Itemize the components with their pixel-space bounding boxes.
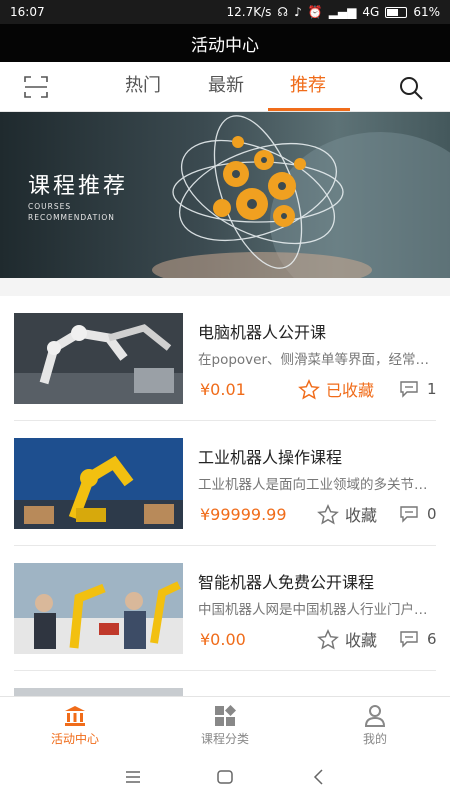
page-title: 活动中心 [191, 35, 259, 56]
nav-mine[interactable]: 我的 [300, 697, 450, 755]
nav-course-category[interactable]: 课程分类 [150, 697, 300, 755]
course-title: 工业机器人操作课程 [198, 448, 343, 467]
course-card[interactable]: 智能机器人免费公开课程 中国机器人网是中国机器人行业门户网站 ¥0.00 收藏 … [0, 546, 450, 671]
comment-button[interactable]: 0 [399, 503, 437, 525]
course-description: 工业机器人是面向工业领域的多关节机械手 [198, 477, 434, 493]
favorite-label: 已收藏 [326, 381, 375, 400]
scan-icon[interactable] [24, 75, 48, 99]
course-price: ¥0.00 [200, 630, 246, 649]
battery-percent: 61% [413, 5, 440, 19]
course-thumbnail [14, 313, 183, 404]
course-price: ¥0.01 [200, 380, 246, 399]
title-bar: 活动中心 [0, 24, 450, 62]
course-title: 智能机器人免费公开课程 [198, 573, 375, 592]
tab-recommended[interactable]: 推荐 [280, 62, 336, 112]
status-bar: 16:07 12.7K/s ☊ ♪ ⏰ ▂▄▆ 4G 61% [0, 0, 450, 24]
favorite-label: 收藏 [345, 506, 378, 525]
course-card[interactable] [0, 671, 450, 696]
active-tab-indicator [268, 108, 350, 111]
banner-title: 课程推荐 [28, 174, 129, 199]
tab-latest[interactable]: 最新 [198, 62, 254, 112]
system-nav-bar [0, 754, 450, 800]
headphone-icon: ☊ [277, 5, 289, 19]
course-price: ¥99999.99 [200, 505, 287, 524]
user-icon [364, 705, 386, 727]
banner-subtitle: COURSES RECOMMENDATION [28, 201, 158, 223]
course-card[interactable]: 工业机器人操作课程 工业机器人是面向工业领域的多关节机械手 ¥99999.99 … [0, 421, 450, 546]
favorite-button[interactable]: 已收藏 [298, 378, 374, 400]
star-icon [298, 378, 320, 399]
signal-icon: ▂▄▆ [328, 5, 357, 19]
course-thumbnail [14, 438, 183, 529]
course-banner[interactable]: 课程推荐 COURSES RECOMMENDATION [0, 112, 450, 278]
favorite-label: 收藏 [345, 631, 378, 650]
course-list: 电脑机器人公开课 在popover、侧滑菜单等界面，经常使用 ¥0.01 已收藏… [0, 296, 450, 696]
star-icon [317, 628, 339, 649]
nav-label: 课程分类 [200, 732, 249, 746]
tab-bar: 热门 最新 推荐 [0, 62, 450, 112]
nav-label: 活动中心 [50, 732, 99, 746]
tab-hot[interactable]: 热门 [115, 62, 171, 112]
menu-icon[interactable] [124, 768, 142, 786]
course-card[interactable]: 电脑机器人公开课 在popover、侧滑菜单等界面，经常使用 ¥0.01 已收藏… [0, 296, 450, 421]
comment-button[interactable]: 6 [399, 628, 437, 650]
comment-icon [400, 506, 418, 523]
network-speed: 12.7K/s [226, 5, 272, 19]
back-icon[interactable] [310, 768, 328, 786]
comment-count: 1 [427, 380, 437, 398]
banner-subtitle-line1: COURSES [28, 202, 72, 211]
comment-button[interactable]: 1 [399, 378, 437, 400]
mute-icon: ♪ [294, 5, 302, 19]
star-icon [317, 503, 339, 524]
status-time: 16:07 [10, 5, 45, 19]
battery-icon [385, 6, 408, 18]
course-description: 中国机器人网是中国机器人行业门户网站 [198, 602, 434, 618]
category-icon [215, 705, 236, 726]
nav-label: 我的 [362, 732, 387, 746]
comment-count: 0 [427, 505, 437, 523]
nav-activity-center[interactable]: 活动中心 [0, 697, 150, 755]
course-title: 电脑机器人公开课 [198, 323, 327, 342]
comment-count: 6 [427, 630, 437, 648]
search-icon[interactable] [398, 75, 424, 101]
comment-icon [400, 631, 418, 648]
course-description: 在popover、侧滑菜单等界面，经常使用 [198, 352, 434, 368]
alarm-icon: ⏰ [307, 5, 323, 19]
course-thumbnail [14, 688, 183, 696]
comment-icon [400, 381, 418, 398]
bank-icon [65, 706, 85, 726]
favorite-button[interactable]: 收藏 [317, 628, 377, 650]
status-indicators: 12.7K/s ☊ ♪ ⏰ ▂▄▆ 4G 61% [227, 5, 440, 19]
bottom-nav: 活动中心 课程分类 我的 [0, 696, 450, 754]
course-thumbnail [14, 563, 183, 654]
home-icon[interactable] [216, 768, 234, 786]
favorite-button[interactable]: 收藏 [317, 503, 377, 525]
banner-subtitle-line2: RECOMMENDATION [28, 213, 115, 222]
battery-fill [387, 8, 399, 16]
network-type: 4G [362, 5, 380, 19]
